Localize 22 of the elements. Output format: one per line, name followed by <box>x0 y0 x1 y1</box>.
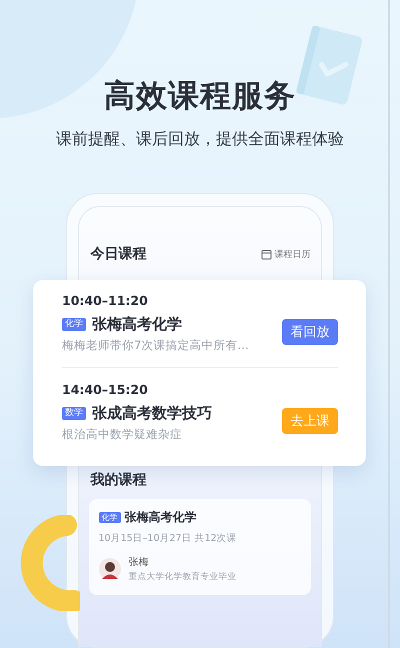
calendar-icon <box>260 248 272 260</box>
subject-tag: 数学 <box>62 407 86 420</box>
replay-button[interactable]: 看回放 <box>282 318 338 344</box>
calendar-link[interactable]: 课程日历 <box>260 248 310 260</box>
course-card[interactable]: 化学 张梅高考化学 10月15日–10月27日 共12次课 张梅 重点大学化学教育专业毕业 <box>88 499 310 595</box>
course-name: 张梅高考化学 <box>124 509 196 526</box>
teacher-bio: 重点大学化学教育专业毕业 <box>128 571 236 583</box>
lesson-description: 梅梅老师带你7次课搞定高中所有… <box>62 338 249 353</box>
lesson-time: 14:40–15:20 <box>62 381 149 399</box>
teacher-name: 张梅 <box>128 556 150 569</box>
teacher-avatar <box>98 558 120 580</box>
page-subtitle: 课前提醒、课后回放，提供全面课程体验 <box>56 128 344 150</box>
section-heading: 我的课程 <box>89 471 148 489</box>
section-heading: 今日课程 <box>90 245 146 263</box>
lesson-description: 根治高中数学疑难杂症 <box>62 427 183 442</box>
lesson-name: 张成高考数学技巧 <box>92 404 212 423</box>
lesson-time: 10:40–11:20 <box>62 292 149 310</box>
subject-tag: 化学 <box>62 318 86 331</box>
subject-tag: 化学 <box>98 512 120 523</box>
course-dates: 10月15日–10月27日 共12次课 <box>98 532 238 545</box>
lesson-name: 张梅高考化学 <box>92 315 182 334</box>
page-title: 高效课程服务 <box>104 77 296 116</box>
